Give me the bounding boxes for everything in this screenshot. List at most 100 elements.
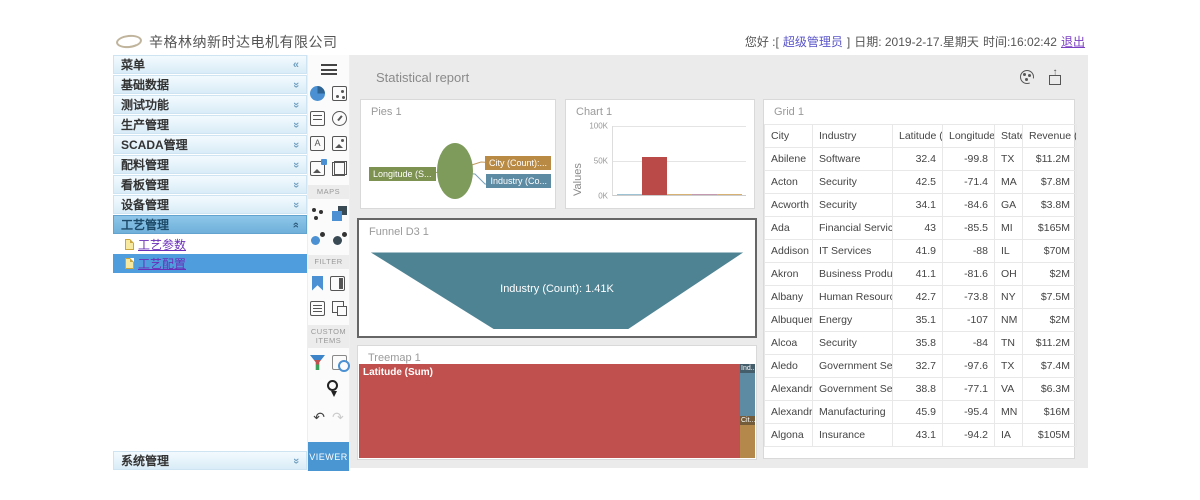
collapse-icon[interactable]: «: [293, 59, 299, 71]
sidebar-subitem-process-config[interactable]: 工艺配置: [113, 254, 307, 273]
filter-panel-widget-icon[interactable]: [330, 276, 345, 291]
grid-table-header-row: CityIndustryLatitude (...Longitude (...S…: [765, 125, 1077, 148]
sidebar-subitem-process-params[interactable]: 工艺参数: [113, 235, 307, 254]
table-row[interactable]: AledoGovernment Servi...32.7-97.6TX$7.4M: [765, 355, 1077, 378]
bar[interactable]: [642, 157, 667, 195]
date-text: 日期: 2019-2-17.星期天: [854, 33, 979, 50]
table-cell: 43.1: [893, 424, 943, 447]
treemap-block-latitude[interactable]: Latitude (Sum): [359, 364, 740, 458]
table-cell: $7.4M: [1023, 355, 1077, 378]
gauge-widget-icon[interactable]: [332, 111, 347, 126]
column-header[interactable]: Latitude (...: [893, 125, 943, 148]
sidebar-item-basic-data[interactable]: 基础数据 »: [113, 75, 307, 94]
dot-map-widget-icon[interactable]: [310, 206, 325, 221]
table-cell: Alexandria: [765, 401, 813, 424]
column-header[interactable]: Revenue (...: [1023, 125, 1077, 148]
brand: 辛格林纳新时达电机有限公司: [116, 32, 338, 52]
export-share-icon[interactable]: [1048, 70, 1062, 85]
table-row[interactable]: AlgonaInsurance43.1-94.2IA$105M: [765, 424, 1077, 447]
user-role-link[interactable]: 超级管理员: [783, 33, 843, 50]
theme-palette-icon[interactable]: [1020, 70, 1034, 84]
list-widget-icon[interactable]: [310, 301, 325, 316]
table-row[interactable]: AlexandriaGovernment Servi...38.8-77.1VA…: [765, 378, 1077, 401]
table-cell: GA: [995, 194, 1023, 217]
table-row[interactable]: AlcoaSecurity35.8-84TN$11.2M: [765, 332, 1077, 355]
image-badge-widget-icon[interactable]: [310, 161, 325, 176]
location-pin-widget-icon[interactable]: [327, 380, 338, 391]
windows-widget-icon[interactable]: [332, 301, 347, 316]
table-row[interactable]: AlbanyHuman Resources42.7-73.8NY$7.5M: [765, 286, 1077, 309]
column-header[interactable]: State: [995, 125, 1023, 148]
filter-section-label: FILTER: [308, 255, 349, 269]
sidebar-item-kanban-mgmt[interactable]: 看板管理 »: [113, 175, 307, 194]
sidebar-title[interactable]: 菜单 «: [113, 55, 307, 74]
table-cell: 42.7: [893, 286, 943, 309]
bubble-map-widget-icon[interactable]: [310, 231, 325, 246]
table-cell: Security: [813, 194, 893, 217]
table-cell: Insurance: [813, 424, 893, 447]
table-cell: 32.7: [893, 355, 943, 378]
hamburger-menu-icon[interactable]: [321, 64, 337, 75]
column-header[interactable]: Industry: [813, 125, 893, 148]
redo-icon[interactable]: ↷: [332, 410, 344, 424]
table-cell: $16M: [1023, 401, 1077, 424]
table-row[interactable]: ActonSecurity42.5-71.4MA$7.8M: [765, 171, 1077, 194]
undo-icon[interactable]: ↶: [313, 410, 325, 424]
table-cell: Addison: [765, 240, 813, 263]
table-cell: $105M: [1023, 424, 1077, 447]
pies-panel[interactable]: Pies 1 Longitude (S... City (Count):... …: [360, 99, 556, 209]
table-row[interactable]: AdaFinancial Services43-85.5MI$165M: [765, 217, 1077, 240]
sidebar-item-scada-mgmt[interactable]: SCADA管理 »: [113, 135, 307, 154]
sidebar-item-system-mgmt[interactable]: 系统管理 »: [113, 451, 307, 470]
bar[interactable]: [717, 194, 742, 195]
sidebar-item-ingredients-mgmt[interactable]: 配料管理 »: [113, 155, 307, 174]
treemap-block-city[interactable]: Cit...: [740, 416, 755, 458]
table-row[interactable]: AbileneSoftware32.4-99.8TX$11.2M: [765, 148, 1077, 171]
filter-ribbon-widget-icon[interactable]: [312, 276, 323, 291]
table-row[interactable]: AkronBusiness Products ...41.1-81.6OH$2M: [765, 263, 1077, 286]
table-cell: Albany: [765, 286, 813, 309]
table-cell: TN: [995, 332, 1023, 355]
viewer-button[interactable]: VIEWER: [308, 442, 349, 471]
table-row[interactable]: AcworthSecurity34.1-84.6GA$3.8M: [765, 194, 1077, 217]
table-cell: $70M: [1023, 240, 1077, 263]
grid-panel[interactable]: Grid 1 CityIndustryLatitude (...Longitud…: [763, 99, 1075, 459]
treemap-panel[interactable]: Treemap 1 Latitude (Sum) Ind... Cit...: [357, 345, 757, 460]
table-cell: Financial Services: [813, 217, 893, 240]
table-cell: 41.9: [893, 240, 943, 263]
sidebar-item-test-functions[interactable]: 测试功能 »: [113, 95, 307, 114]
sidebar-item-process-mgmt[interactable]: 工艺管理 »: [113, 215, 307, 234]
refresh-document-widget-icon[interactable]: [332, 355, 347, 370]
pie-chart-widget-icon[interactable]: [310, 86, 325, 101]
column-header[interactable]: City: [765, 125, 813, 148]
cluster-map-widget-icon[interactable]: [332, 231, 347, 246]
image-widget-icon[interactable]: [332, 136, 347, 151]
column-header[interactable]: Longitude (...: [943, 125, 995, 148]
text-widget-icon[interactable]: [310, 136, 325, 151]
document-icon: [125, 258, 134, 269]
sidebar-item-production-mgmt[interactable]: 生产管理 »: [113, 115, 307, 134]
bar-chart-panel[interactable]: Chart 1 Values 100K 50K 0K: [565, 99, 755, 209]
table-cell: 41.1: [893, 263, 943, 286]
table-row[interactable]: Albuquer...Energy35.1-107NM$2M: [765, 309, 1077, 332]
funnel-panel-selected[interactable]: Funnel D3 1 Industry (Count): 1.41K: [357, 218, 757, 338]
table-cell: -94.2: [943, 424, 995, 447]
table-cell: VA: [995, 378, 1023, 401]
table-row[interactable]: AlexandriaManufacturing45.9-95.4MN$16M: [765, 401, 1077, 424]
table-cell: $165M: [1023, 217, 1077, 240]
sidebar-item-equipment-mgmt[interactable]: 设备管理 »: [113, 195, 307, 214]
bar[interactable]: [617, 194, 642, 195]
logout-link[interactable]: 退出: [1061, 33, 1085, 50]
card-widget-icon[interactable]: [310, 111, 325, 126]
custom-items-section-label: CUSTOM ITEMS: [308, 325, 349, 349]
bar[interactable]: [692, 194, 717, 195]
table-cell: Alexandria: [765, 378, 813, 401]
pie-slice[interactable]: [437, 143, 473, 199]
layers-widget-icon[interactable]: [332, 161, 347, 176]
shape-map-widget-icon[interactable]: [332, 206, 347, 221]
treemap-block-industry[interactable]: Ind...: [740, 364, 755, 416]
scatter-chart-widget-icon[interactable]: [332, 86, 347, 101]
table-row[interactable]: AddisonIT Services41.9-88IL$70M: [765, 240, 1077, 263]
bar[interactable]: [667, 194, 692, 195]
funnel-widget-icon[interactable]: [310, 355, 325, 370]
